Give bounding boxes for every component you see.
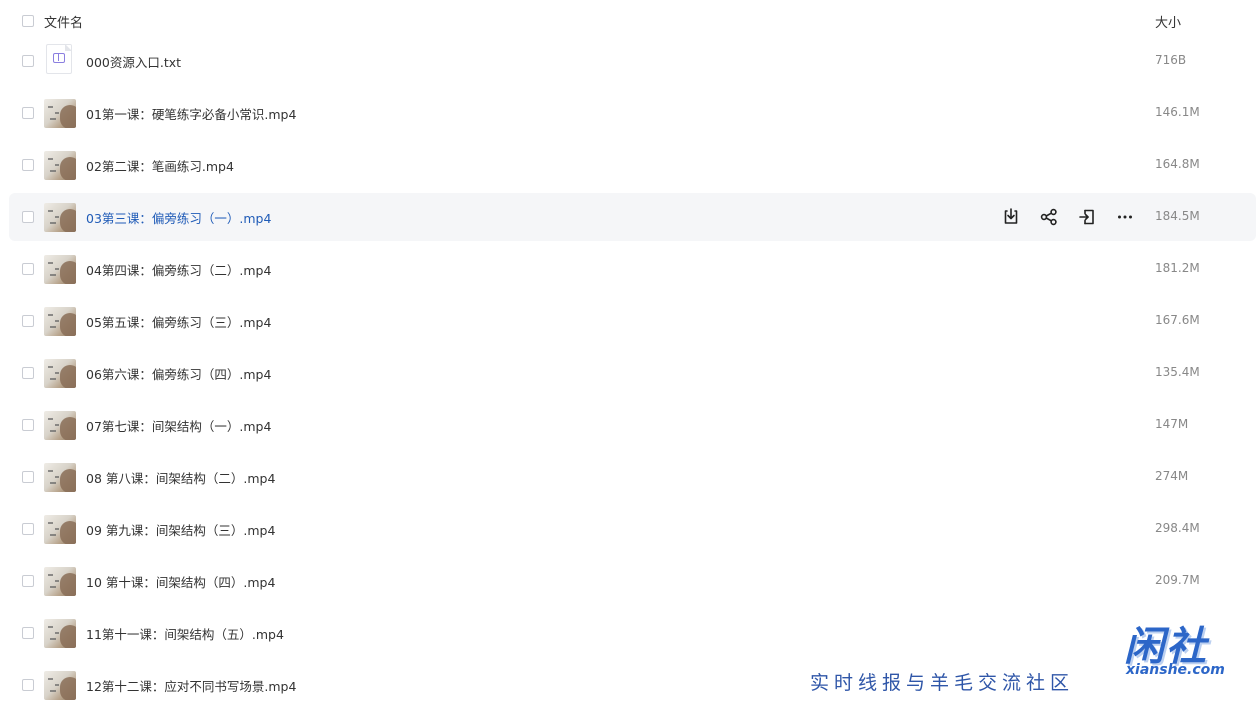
video-thumbnail[interactable]	[44, 411, 76, 440]
file-name[interactable]: 04第四课：偏旁练习（二）.mp4	[86, 260, 271, 279]
file-name[interactable]: 02第二课：笔画练习.mp4	[86, 156, 234, 175]
file-row[interactable]: 01第一课：硬笔练字必备小常识.mp4 146.1M	[9, 89, 1256, 137]
row-checkbox[interactable]	[22, 679, 34, 691]
logo-text-en: xianshe.com	[1126, 662, 1225, 678]
file-name[interactable]: 07第七课：间架结构（一）.mp4	[86, 416, 271, 435]
row-checkbox[interactable]	[22, 471, 34, 483]
file-name[interactable]: 06第六课：偏旁练习（四）.mp4	[86, 364, 271, 383]
row-checkbox[interactable]	[22, 107, 34, 119]
file-size: 147M	[1155, 417, 1189, 431]
file-row[interactable]: 05第五课：偏旁练习（三）.mp4 167.6M	[9, 297, 1256, 345]
video-thumbnail[interactable]	[44, 463, 76, 492]
file-row[interactable]: 07第七课：间架结构（一）.mp4 147M	[9, 401, 1256, 449]
file-row[interactable]: 09 第九课：间架结构（三）.mp4 298.4M	[9, 505, 1256, 553]
watermark-slogan: 实时线报与羊毛交流社区	[810, 672, 1075, 694]
file-list-page: 文件名 大小 000资源入口.txt 716B 01第一课：硬笔练字必备小常识.mp…	[0, 0, 1256, 708]
share-icon[interactable]	[1038, 206, 1060, 228]
row-checkbox[interactable]	[22, 523, 34, 535]
file-size: 298.4M	[1155, 521, 1200, 535]
row-checkbox[interactable]	[22, 315, 34, 327]
file-list-header: 文件名 大小	[0, 0, 1256, 42]
file-size: 167.6M	[1155, 313, 1200, 327]
file-row[interactable]: 08 第八课：间架结构（二）.mp4 274M	[9, 453, 1256, 501]
row-checkbox[interactable]	[22, 55, 34, 67]
video-thumbnail[interactable]	[44, 307, 76, 336]
video-thumbnail[interactable]	[44, 151, 76, 180]
move-icon[interactable]	[1076, 206, 1098, 228]
file-row[interactable]: 04第四课：偏旁练习（二）.mp4 181.2M	[9, 245, 1256, 293]
download-icon[interactable]	[1000, 206, 1022, 228]
file-name[interactable]: 09 第九课：间架结构（三）.mp4	[86, 520, 275, 539]
row-checkbox[interactable]	[22, 263, 34, 275]
video-thumbnail[interactable]	[44, 359, 76, 388]
row-checkbox[interactable]	[22, 159, 34, 171]
video-thumbnail[interactable]	[44, 671, 76, 700]
row-checkbox[interactable]	[22, 211, 34, 223]
file-row[interactable]: 03第三课：偏旁练习（一）.mp4 184.5M	[9, 193, 1256, 241]
file-name[interactable]: 12第十二课：应对不同书写场景.mp4	[86, 676, 296, 695]
video-thumbnail[interactable]	[44, 203, 76, 232]
file-row[interactable]: 000资源入口.txt 716B	[9, 37, 1256, 85]
file-size: 164.8M	[1155, 157, 1200, 171]
file-name[interactable]: 08 第八课：间架结构（二）.mp4	[86, 468, 275, 487]
file-name[interactable]: 03第三课：偏旁练习（一）.mp4	[86, 208, 271, 227]
video-thumbnail[interactable]	[44, 515, 76, 544]
file-size: 135.4M	[1155, 365, 1200, 379]
txt-file-icon[interactable]	[46, 44, 72, 74]
file-name[interactable]: 000资源入口.txt	[86, 52, 181, 71]
file-name[interactable]: 05第五课：偏旁练习（三）.mp4	[86, 312, 271, 331]
file-size: 184.5M	[1155, 209, 1200, 223]
row-checkbox[interactable]	[22, 419, 34, 431]
file-size: 716B	[1155, 53, 1187, 67]
file-size: 209.7M	[1155, 573, 1200, 587]
file-size: 146.1M	[1155, 105, 1200, 119]
select-all-checkbox[interactable]	[22, 15, 34, 27]
file-row[interactable]: 06第六课：偏旁练习（四）.mp4 135.4M	[9, 349, 1256, 397]
file-row[interactable]: 11第十一课：间架结构（五）.mp4	[9, 609, 1256, 657]
row-checkbox[interactable]	[22, 627, 34, 639]
file-size: 274M	[1155, 469, 1189, 483]
file-row[interactable]: 10 第十课：间架结构（四）.mp4 209.7M	[9, 557, 1256, 605]
more-icon[interactable]	[1114, 206, 1136, 228]
watermark-logo: 闲社 xianshe.com	[1118, 614, 1240, 684]
file-name[interactable]: 10 第十课：间架结构（四）.mp4	[86, 572, 275, 591]
video-thumbnail[interactable]	[44, 99, 76, 128]
column-header-size[interactable]: 大小	[1155, 12, 1181, 31]
row-checkbox[interactable]	[22, 575, 34, 587]
column-header-name[interactable]: 文件名	[44, 12, 83, 31]
video-thumbnail[interactable]	[44, 255, 76, 284]
video-thumbnail[interactable]	[44, 619, 76, 648]
file-size: 181.2M	[1155, 261, 1200, 275]
file-row[interactable]: 02第二课：笔画练习.mp4 164.8M	[9, 141, 1256, 189]
video-thumbnail[interactable]	[44, 567, 76, 596]
row-checkbox[interactable]	[22, 367, 34, 379]
file-name[interactable]: 01第一课：硬笔练字必备小常识.mp4	[86, 104, 296, 123]
file-name[interactable]: 11第十一课：间架结构（五）.mp4	[86, 624, 284, 643]
